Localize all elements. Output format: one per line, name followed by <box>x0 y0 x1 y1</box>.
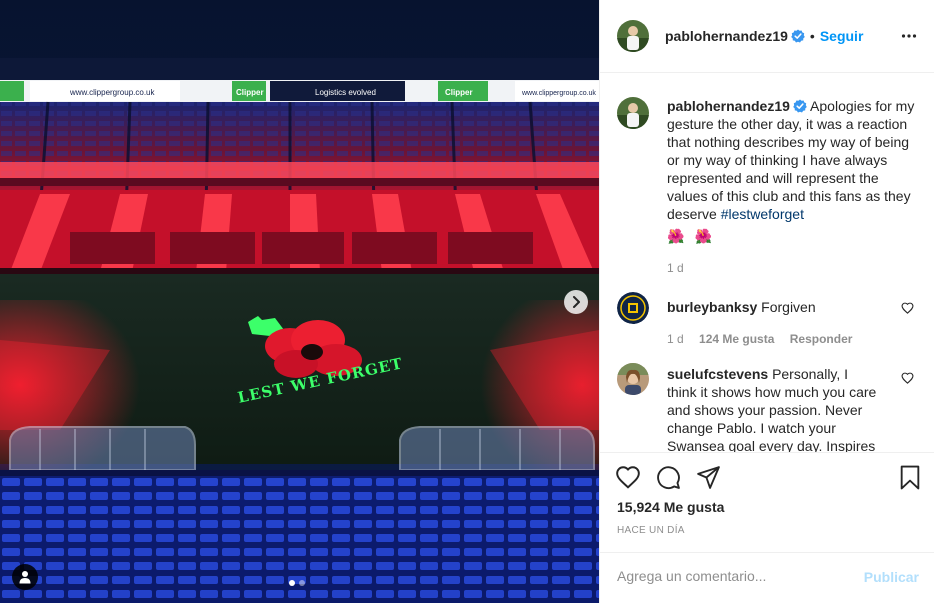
commenter-avatar[interactable] <box>617 292 649 324</box>
tagged-users-button[interactable] <box>12 564 38 590</box>
banner-text-4: Clipper <box>445 88 473 97</box>
post-caption: pablohernandez19 Apologies for my gestur… <box>617 97 917 277</box>
comments-list[interactable]: pablohernandez19 Apologies for my gestur… <box>600 74 934 452</box>
banner-text-1: www.clippergroup.co.uk <box>69 88 155 97</box>
commenter-avatar[interactable] <box>617 363 649 395</box>
author-avatar[interactable] <box>617 20 649 52</box>
commenter-username[interactable]: burleybanksy <box>667 299 757 315</box>
banner-text-3: Logistics evolved <box>315 88 376 97</box>
post-header: pablohernandez19 • Seguir <box>600 0 934 73</box>
next-slide-button[interactable] <box>564 290 588 314</box>
banner-text-5: www.clippergroup.co.uk <box>521 90 596 97</box>
post-date[interactable]: HACE UN DÍA <box>617 525 685 536</box>
comment-icon[interactable] <box>656 465 681 490</box>
comment-time[interactable]: 1 d <box>667 332 684 346</box>
caption-avatar[interactable] <box>617 97 649 129</box>
hibiscus-emoji-1: 🌺 <box>667 228 685 244</box>
verified-badge-icon <box>791 29 805 43</box>
stadium-scene: www.clippergroup.co.uk Clipper Logistics… <box>0 0 599 603</box>
caption-emojis: 🌺 🌺 <box>667 227 917 245</box>
author-username[interactable]: pablohernandez19 <box>665 28 788 44</box>
chevron-right-icon <box>573 296 580 308</box>
like-icon[interactable] <box>615 465 641 489</box>
add-comment-bar: Publicar <box>600 552 934 603</box>
banner-text-2: Clipper <box>236 88 264 97</box>
comment-text: Forgiven <box>761 299 816 315</box>
verified-badge-icon <box>793 99 807 113</box>
share-icon[interactable] <box>696 465 721 490</box>
header-separator: • <box>809 28 815 44</box>
likes-count[interactable]: 15,924 Me gusta <box>617 499 724 515</box>
comment-likes[interactable]: 124 Me gusta <box>699 332 774 346</box>
caption-text: Apologies for my gesture the other day, … <box>667 98 915 222</box>
save-bookmark-icon[interactable] <box>899 465 921 490</box>
reply-button[interactable]: Responder <box>790 332 853 346</box>
caption-username[interactable]: pablohernandez19 <box>667 98 790 114</box>
like-comment-icon[interactable] <box>901 372 914 384</box>
publish-button[interactable]: Publicar <box>864 569 919 585</box>
hibiscus-emoji-2: 🌺 <box>694 228 712 244</box>
more-options-icon <box>901 34 917 38</box>
carousel-indicator <box>289 580 305 586</box>
post-actions: 15,924 Me gusta HACE UN DÍA Publicar <box>600 452 934 603</box>
follow-button[interactable]: Seguir <box>820 28 864 44</box>
caption-time[interactable]: 1 d <box>667 259 917 277</box>
post-photo: www.clippergroup.co.uk Clipper Logistics… <box>0 0 599 603</box>
post-side-panel: pablohernandez19 • Seguir pablohernandez… <box>599 0 934 603</box>
comment-input[interactable] <box>617 568 847 584</box>
carousel-dot-active <box>289 580 295 586</box>
caption-hashtag[interactable]: #lestweforget <box>721 206 804 222</box>
comment-item: burleybanksy Forgiven 1 d 124 Me gusta R… <box>617 292 917 348</box>
carousel-dot <box>299 580 305 586</box>
user-tag-icon <box>19 571 31 584</box>
commenter-username[interactable]: suelufcstevens <box>667 366 768 382</box>
like-comment-icon[interactable] <box>901 302 914 314</box>
more-options-button[interactable] <box>901 28 917 47</box>
comment-item: suelufcstevens Personally, I think it sh… <box>617 363 917 452</box>
